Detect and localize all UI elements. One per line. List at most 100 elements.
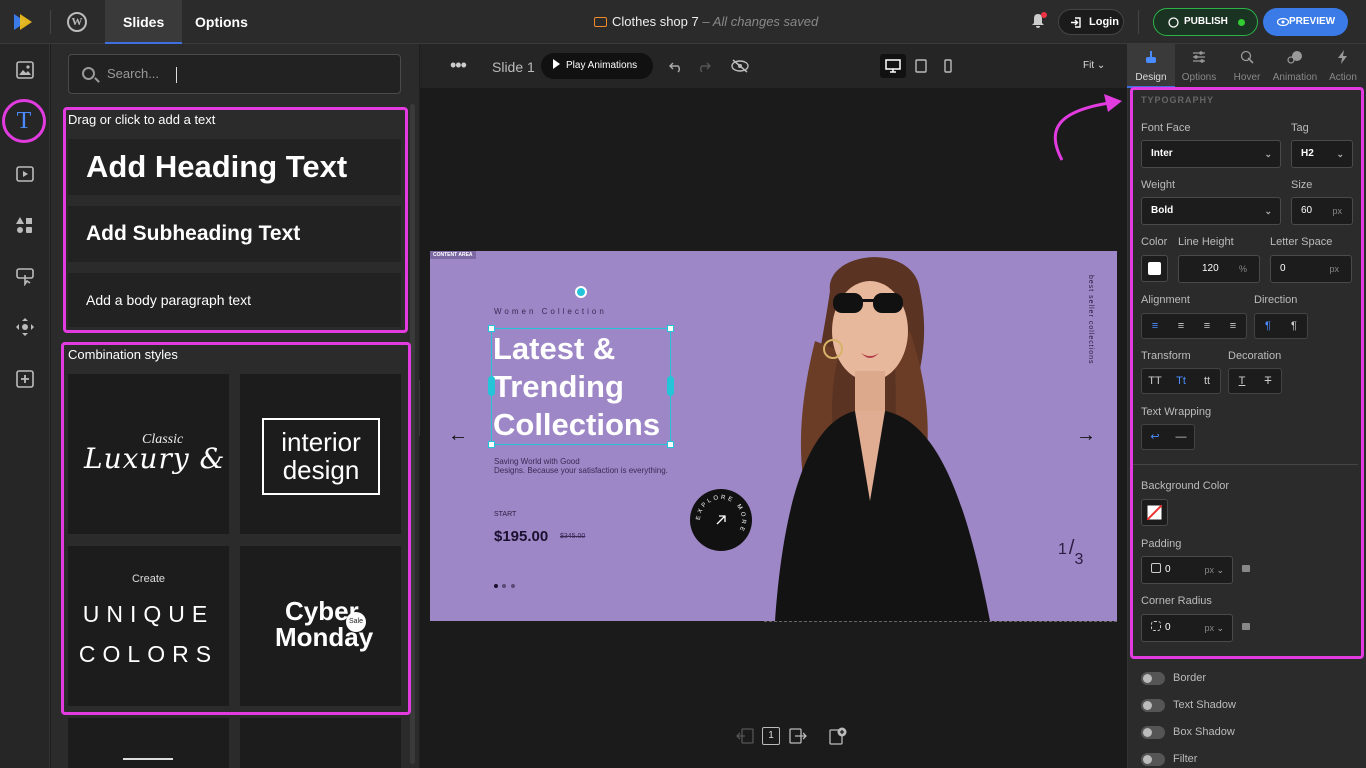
brush-icon	[1146, 51, 1156, 63]
search-input[interactable]: Search...	[68, 54, 401, 94]
login-label: Login	[1089, 16, 1119, 28]
text-shadow-label: Text Shadow	[1173, 699, 1236, 711]
tile-line	[123, 758, 173, 760]
tab-slides[interactable]: Slides	[105, 0, 183, 44]
border-toggle[interactable]	[1141, 672, 1165, 685]
publish-icon	[1168, 17, 1179, 28]
left-rail: T	[0, 44, 50, 768]
explore-more-badge[interactable]: EXPLORE MORE	[690, 489, 752, 551]
desktop-view-button[interactable]	[880, 54, 906, 78]
next-arrow-icon[interactable]: →	[1076, 424, 1096, 447]
rotate-handle[interactable]	[575, 286, 587, 298]
move-icon[interactable]	[15, 317, 35, 337]
tab-options-right[interactable]: Options	[1175, 44, 1223, 88]
slide-number: 1	[768, 730, 774, 741]
preview-button[interactable]: PREVIEW	[1263, 8, 1348, 36]
login-button[interactable]: Login	[1058, 9, 1124, 35]
page-current: 1	[1058, 541, 1067, 558]
resize-handle[interactable]	[488, 441, 495, 448]
content-area-label: CONTENT AREA	[430, 251, 476, 259]
button-element-icon[interactable]	[15, 266, 35, 286]
page-total: 3	[1074, 551, 1084, 568]
eye-icon	[1277, 18, 1289, 26]
subtext-line-2[interactable]: Designs. Because your satisfaction is ev…	[494, 466, 668, 475]
svg-text:EXPLORE MORE: EXPLORE MORE	[696, 495, 746, 534]
resize-handle[interactable]	[488, 325, 495, 332]
combination-styles-highlight	[61, 342, 411, 715]
resize-handle[interactable]	[667, 441, 674, 448]
monitor-icon	[594, 17, 607, 27]
more-options-icon[interactable]: •••	[450, 55, 467, 76]
side-text[interactable]: best seller collections	[1072, 275, 1094, 365]
text-tool-icon[interactable]: T	[2, 99, 46, 143]
play-animations-button[interactable]: Play Animations	[541, 53, 653, 79]
publish-button[interactable]: PUBLISH	[1153, 8, 1258, 36]
next-slide-icon[interactable]	[789, 728, 807, 744]
box-shadow-label: Box Shadow	[1173, 726, 1235, 738]
combo-tile-partial[interactable]	[68, 718, 229, 768]
text-cursor-icon	[176, 67, 184, 83]
mobile-view-icon[interactable]	[944, 59, 952, 73]
canvas-toolbar: ••• Slide 1 Play Animations Fit ⌄	[420, 44, 1127, 88]
slide-number-box[interactable]: 1	[762, 727, 780, 745]
app-logo-icon[interactable]	[12, 11, 34, 33]
publish-label: PUBLISH	[1184, 16, 1228, 27]
play-label: Play Animations	[566, 60, 638, 71]
add-element-icon[interactable]	[15, 369, 35, 389]
headline-line-2: Trending	[493, 369, 624, 404]
prev-slide-icon[interactable]	[736, 728, 754, 744]
notification-bell-icon[interactable]	[1030, 12, 1047, 29]
subtext-line-1[interactable]: Saving World with Good	[494, 457, 580, 466]
animation-icon	[1287, 51, 1302, 64]
redo-icon[interactable]	[697, 59, 711, 73]
shapes-icon[interactable]	[15, 215, 35, 235]
tab-options[interactable]: Options	[177, 0, 266, 44]
slider-dots[interactable]	[494, 575, 515, 593]
page-counter: 1/3	[1058, 537, 1083, 568]
image-icon[interactable]	[15, 60, 35, 80]
divider	[1138, 10, 1139, 34]
status-dot	[1238, 19, 1245, 26]
slide-canvas[interactable]: CONTENT AREA Women Collection Latest & T…	[430, 251, 1117, 621]
badge-text: EXPLORE MORE	[696, 495, 744, 534]
wordpress-icon[interactable]: W	[67, 12, 87, 32]
lightning-icon	[1338, 50, 1347, 64]
play-icon	[553, 59, 560, 69]
old-price[interactable]: $345.00	[560, 533, 585, 540]
border-label: Border	[1173, 672, 1207, 684]
eyebrow-text[interactable]: Women Collection	[494, 307, 607, 316]
headline-line-3: Collections	[493, 407, 661, 442]
tab-hover[interactable]: Hover	[1223, 44, 1271, 88]
filter-label: Filter	[1173, 753, 1198, 765]
tab-animation[interactable]: Animation	[1271, 44, 1319, 88]
slide-name[interactable]: Slide 1	[492, 59, 535, 75]
tab-options-label: Options	[1181, 72, 1217, 83]
price[interactable]: $195.00	[494, 528, 548, 545]
divider	[50, 10, 51, 34]
video-icon[interactable]	[15, 164, 35, 184]
desktop-icon	[885, 59, 901, 73]
resize-handle[interactable]	[667, 325, 674, 332]
tab-design[interactable]: Design	[1127, 44, 1175, 88]
undo-icon[interactable]	[669, 59, 683, 73]
add-slide-icon[interactable]	[829, 727, 847, 745]
resize-handle[interactable]	[488, 376, 495, 396]
zoom-select[interactable]: Fit ⌄	[1083, 60, 1105, 71]
filter-toggle[interactable]	[1141, 753, 1165, 766]
document-title[interactable]: Clothes shop 7 – All changes saved	[594, 14, 818, 29]
prev-arrow-icon[interactable]: ←	[448, 424, 468, 447]
box-shadow-toggle[interactable]	[1141, 726, 1165, 739]
text-shadow-toggle[interactable]	[1141, 699, 1165, 712]
resize-handle[interactable]	[667, 376, 674, 396]
search-icon	[82, 67, 95, 80]
start-label[interactable]: START	[494, 511, 516, 518]
circular-text: EXPLORE MORE	[696, 495, 746, 534]
tab-action[interactable]: Action	[1319, 44, 1366, 88]
cursor-icon	[1240, 50, 1254, 64]
selected-headline[interactable]: Latest & Trending Collections	[488, 325, 674, 448]
slide-bottom-guide	[764, 621, 1117, 622]
save-status: – All changes saved	[702, 14, 819, 29]
tablet-view-icon[interactable]	[915, 59, 927, 73]
hide-icon[interactable]	[731, 59, 749, 73]
combo-tile-partial[interactable]	[240, 718, 401, 768]
